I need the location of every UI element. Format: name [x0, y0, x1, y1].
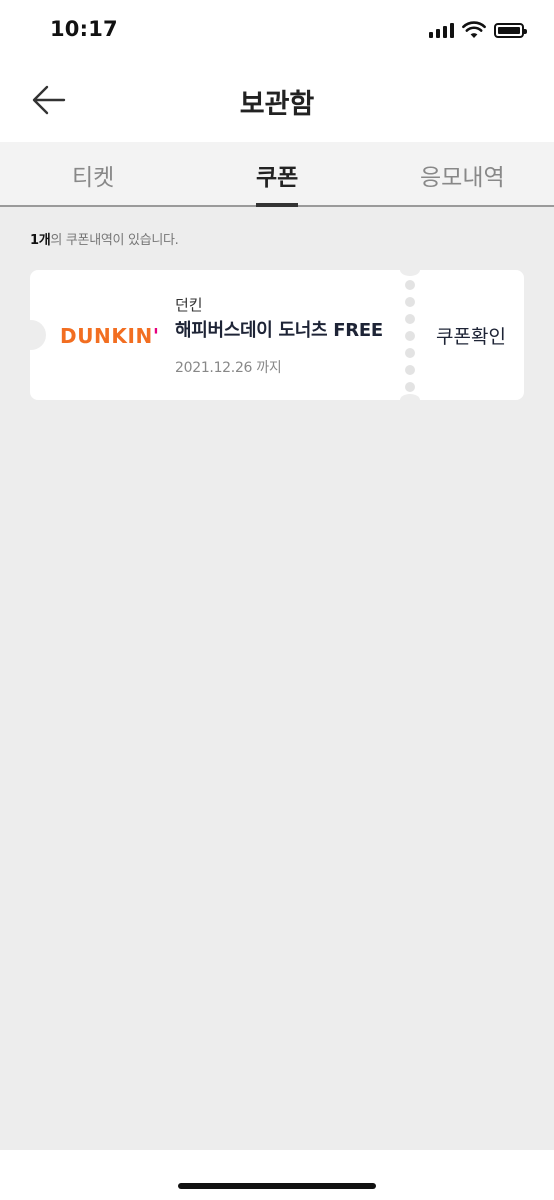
tab-bar: 티켓 쿠폰 응모내역: [0, 142, 554, 207]
tab-tickets[interactable]: 티켓: [72, 158, 114, 192]
ticket-notch: [16, 320, 46, 350]
coupon-count: 1개: [30, 233, 51, 248]
dunkin-logo: DUNKIN': [60, 324, 160, 348]
coupon-expiry: 2021.12.26 까지: [175, 360, 282, 376]
screen: 10:17 보관함 티켓 쿠폰 응모내역 1개의 쿠폰내역이 있습니다. DUN…: [0, 0, 554, 1200]
battery-icon: [494, 22, 527, 38]
coupon-brand: 던킨: [175, 296, 203, 314]
coupon-title: 해피버스데이 도너츠 FREE: [175, 320, 383, 341]
status-time: 10:17: [50, 17, 118, 41]
active-tab-indicator: [256, 203, 298, 207]
status-bar: 10:17: [0, 0, 554, 60]
bottom-bar: [0, 1150, 554, 1200]
header: 보관함: [0, 60, 554, 142]
coupon-card[interactable]: DUNKIN' 던킨 해피버스데이 도너츠 FREE 2021.12.26 까지…: [16, 264, 524, 406]
home-indicator[interactable]: [178, 1183, 376, 1189]
tab-coupons[interactable]: 쿠폰: [256, 158, 298, 192]
status-icons: [429, 20, 527, 40]
ticket-notch: [400, 394, 420, 406]
cellular-signal-icon: [429, 22, 454, 38]
coupon-count-text: 1개의 쿠폰내역이 있습니다.: [30, 229, 179, 248]
tab-entries[interactable]: 응모내역: [420, 158, 505, 192]
ticket-perforation: [405, 280, 415, 392]
coupon-count-suffix: 의 쿠폰내역이 있습니다.: [50, 233, 179, 248]
page-title: 보관함: [239, 89, 315, 120]
check-coupon-button[interactable]: 쿠폰확인: [436, 322, 506, 349]
wifi-icon: [462, 21, 486, 38]
ticket-notch: [400, 264, 420, 276]
